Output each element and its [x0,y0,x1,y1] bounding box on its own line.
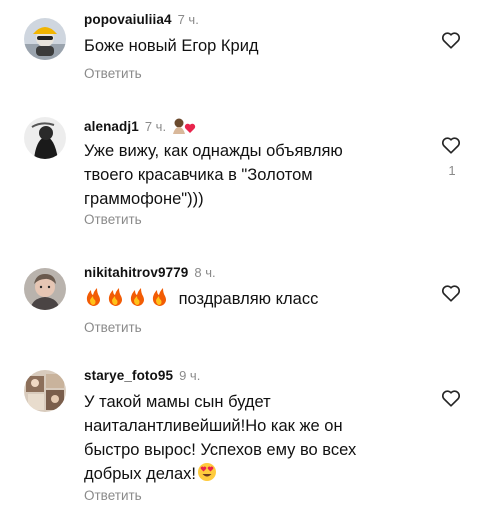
comment-meta: popovaiuliia4 7 ч. [84,12,199,27]
comment-text-line: добрых делах! [84,462,424,489]
username[interactable]: nikitahitrov9779 [84,265,188,280]
username[interactable]: alenadj1 [84,119,139,134]
heart-outline-icon[interactable] [440,387,462,409]
reply-button[interactable]: Ответить [84,320,142,335]
reply-button[interactable]: Ответить [84,66,142,81]
avatar[interactable] [24,117,66,159]
comment-text-line: твоего красавчика в "Золотом [84,166,313,184]
comment-text-line: граммофоне"))) [84,190,204,208]
reply-button[interactable]: Ответить [84,488,142,503]
creator-badge-icon [172,117,198,135]
comment-text-line: У такой мамы сын будет [84,393,271,411]
comment-meta: alenadj1 7 ч. [84,117,198,135]
like-count: 1 [448,163,456,178]
fire-emoji [84,287,170,314]
timestamp[interactable]: 9 ч. [179,368,200,383]
comment-text-body: поздравляю класс [178,290,319,308]
comment-text: Боже новый Егор Крид [84,37,259,55]
comment-meta: starye_foto95 9 ч. [84,368,200,383]
comment-meta: nikitahitrov9779 8 ч. [84,265,216,280]
comment-text-line: наиталантливейший!Но как же он [84,417,343,435]
timestamp[interactable]: 7 ч. [178,12,199,27]
comment-text: Уже вижу, как однажды объявляю твоего кр… [84,139,424,211]
avatar[interactable] [24,268,66,310]
username[interactable]: starye_foto95 [84,368,173,383]
comment-text-line: быстро вырос! Успехов ему во всех [84,441,357,459]
heart-outline-icon[interactable] [440,29,462,51]
avatar[interactable] [24,18,66,60]
avatar[interactable] [24,370,66,412]
comment-text: поздравляю класс [84,287,424,314]
heart-outline-icon[interactable] [440,282,462,304]
reply-button[interactable]: Ответить [84,212,142,227]
username[interactable]: popovaiuliia4 [84,12,172,27]
heart-outline-icon[interactable] [440,134,462,156]
timestamp[interactable]: 7 ч. [145,119,166,134]
heart-eyes-emoji [197,462,217,489]
timestamp[interactable]: 8 ч. [194,265,215,280]
comment-text-line: Уже вижу, как однажды объявляю [84,142,343,160]
comment-text: У такой мамы сын будет наиталантливейший… [84,390,424,489]
comment-text-body: добрых делах! [84,465,197,483]
